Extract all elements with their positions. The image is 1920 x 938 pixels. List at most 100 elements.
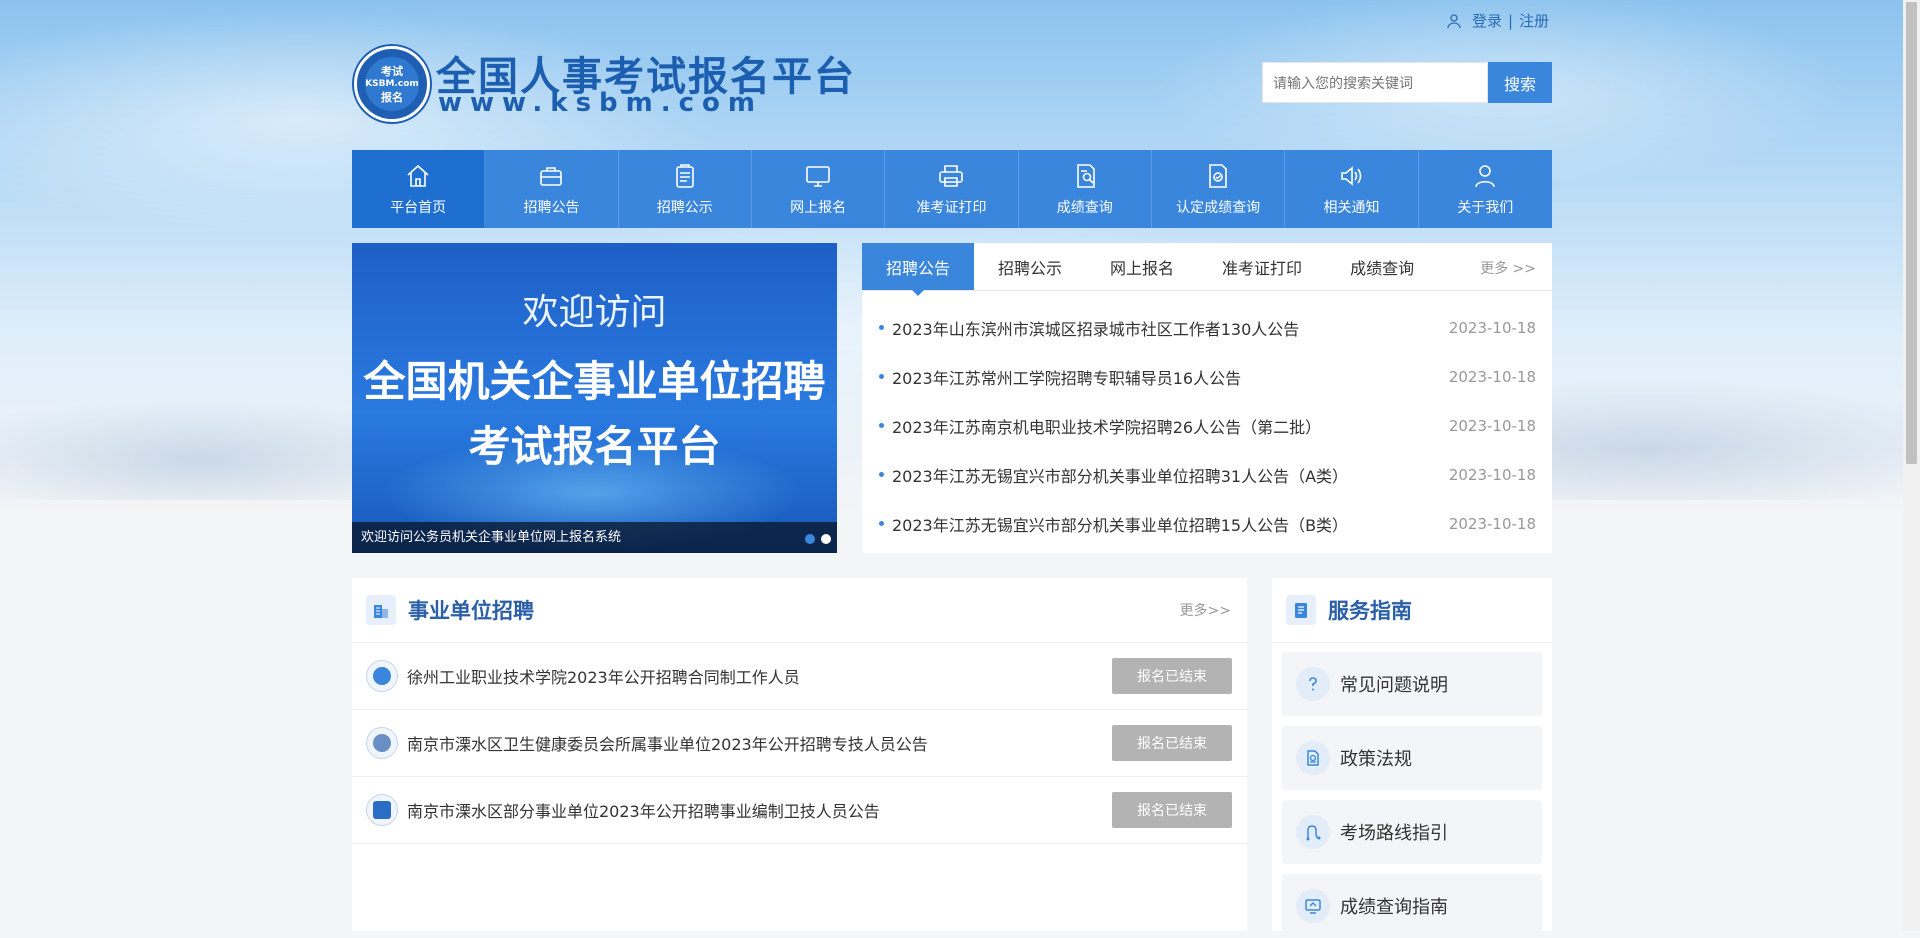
tab-publicity[interactable]: 招聘公示 (974, 243, 1086, 290)
table-row[interactable]: 南京市溧水区部分事业单位2023年公开招聘事业编制卫技人员公告 报名已结束 (352, 777, 1247, 844)
news-date: 2023-10-18 (1448, 367, 1536, 386)
table-row[interactable]: 徐州工业职业技术学院2023年公开招聘合同制工作人员 报名已结束 (352, 643, 1247, 710)
building-icon (366, 595, 396, 625)
nav-label: 准考证打印 (916, 200, 987, 216)
user-icon (1475, 165, 1496, 188)
status-badge: 报名已结束 (1112, 725, 1232, 761)
news-tabs: 招聘公告 招聘公示 网上报名 准考证打印 成绩查询 更多 >> (862, 243, 1552, 296)
page-scrollbar[interactable] (1903, 0, 1920, 931)
briefcase-icon (540, 167, 563, 186)
search-document-icon (1076, 164, 1095, 188)
guide-book-icon (1286, 595, 1316, 625)
login-link[interactable]: 登录 (1472, 10, 1502, 31)
auth-separator: | (1508, 11, 1514, 30)
service-guide-panel: 服务指南 常见问题说明 政策法规 考场路线指引 成绩查询指南 (1272, 578, 1552, 938)
news-title[interactable]: 2023年江苏无锡宜兴市部分机关事业单位招聘15人公告（B类） (879, 512, 1348, 536)
tab-admission-ticket[interactable]: 准考证打印 (1198, 243, 1326, 290)
nav-label: 相关通知 (1323, 200, 1380, 216)
org-logo (366, 727, 398, 759)
news-title[interactable]: 2023年江苏南京机电职业技术学院招聘26人公告（第二批） (879, 414, 1321, 438)
nav-label: 认定成绩查询 (1176, 200, 1261, 216)
nav-item-online-registration[interactable]: 网上报名 (752, 150, 886, 228)
tab-online-registration[interactable]: 网上报名 (1086, 243, 1198, 290)
nav-item-certified-score[interactable]: 认定成绩查询 (1152, 150, 1286, 228)
news-title[interactable]: 2023年江苏无锡宜兴市部分机关事业单位招聘31人公告（A类） (879, 463, 1348, 487)
monitor-icon (806, 166, 830, 187)
nav-item-publicity[interactable]: 招聘公示 (619, 150, 752, 228)
policy-document-icon (1296, 741, 1330, 775)
nav-label: 招聘公告 (523, 200, 580, 216)
nav-item-admission-ticket[interactable]: 准考证打印 (885, 150, 1019, 228)
banner-headline-2: 考试报名平台 (468, 422, 721, 471)
tab-announcements[interactable]: 招聘公告 (862, 243, 975, 296)
route-icon (1296, 815, 1330, 849)
carousel-dots (805, 534, 831, 544)
news-panel: 招聘公告 招聘公示 网上报名 准考证打印 成绩查询 更多 >> 2023年山东滨… (862, 243, 1552, 553)
hero-banner[interactable]: 欢迎访问 全国机关企事业单位招聘 考试报名平台 欢迎访问公务员机关企事业单位网上… (352, 243, 837, 553)
scrollbar-thumb[interactable] (1906, 2, 1917, 464)
recruitment-name[interactable]: 南京市溧水区部分事业单位2023年公开招聘事业编制卫技人员公告 (407, 798, 880, 822)
guide-label: 常见问题说明 (1340, 675, 1448, 696)
recruitment-title: 事业单位招聘 (408, 599, 534, 623)
guide-item-score-guide[interactable]: 成绩查询指南 (1282, 874, 1542, 938)
banner-welcome: 欢迎访问 (522, 292, 667, 333)
news-list: 2023年山东滨州市滨城区招录城市社区工作者130人公告 2023-10-18 2… (862, 291, 1552, 548)
list-item[interactable]: 2023年江苏无锡宜兴市部分机关事业单位招聘15人公告（B类） 2023-10-1… (862, 499, 1552, 548)
tab-score-query[interactable]: 成绩查询 (1326, 243, 1438, 290)
banner-headline-1: 全国机关企事业单位招聘 (363, 357, 826, 406)
logo-url: www.ksbm.com (438, 88, 763, 118)
nav-item-score-query[interactable]: 成绩查询 (1019, 150, 1152, 228)
logo-seal-top: 考试 (381, 64, 403, 78)
auth-links: 登录 | 注册 (1446, 10, 1549, 31)
logo-seal: 考试 KSBM.com 报名 (354, 46, 430, 122)
home-icon (407, 164, 429, 187)
search-button[interactable]: 搜索 (1488, 62, 1552, 103)
news-date: 2023-10-18 (1448, 318, 1536, 337)
site-logo[interactable]: 考试 KSBM.com 报名 全国人事考试报名平台 www.ksbm.com (354, 44, 854, 124)
certified-document-icon (1209, 164, 1227, 188)
list-item[interactable]: 2023年山东滨州市滨城区招录城市社区工作者130人公告 2023-10-18 (862, 303, 1552, 352)
nav-item-announcements[interactable]: 招聘公告 (485, 150, 619, 228)
status-badge: 报名已结束 (1112, 792, 1232, 828)
nav-label: 招聘公示 (656, 200, 713, 216)
recruitment-name[interactable]: 南京市溧水区卫生健康委员会所属事业单位2023年公开招聘专技人员公告 (407, 731, 928, 755)
recruitment-name[interactable]: 徐州工业职业技术学院2023年公开招聘合同制工作人员 (407, 664, 800, 688)
list-item[interactable]: 2023年江苏南京机电职业技术学院招聘26人公告（第二批） 2023-10-18 (862, 401, 1552, 450)
clipboard-icon (676, 164, 694, 188)
carousel-dot[interactable] (805, 534, 815, 544)
guide-item-faq[interactable]: 常见问题说明 (1282, 652, 1542, 716)
guide-label: 成绩查询指南 (1340, 897, 1448, 918)
service-guide-header: 服务指南 (1272, 578, 1552, 643)
recruitment-more-link[interactable]: 更多>> (1180, 600, 1231, 620)
news-title[interactable]: 2023年江苏常州工学院招聘专职辅导员16人公告 (879, 365, 1241, 389)
nav-label: 成绩查询 (1056, 200, 1113, 216)
org-logo (366, 660, 398, 692)
nav-label: 网上报名 (790, 200, 847, 216)
nav-item-notices[interactable]: 相关通知 (1285, 150, 1419, 228)
news-date: 2023-10-18 (1448, 465, 1536, 484)
guide-item-policy[interactable]: 政策法规 (1282, 726, 1542, 790)
list-item[interactable]: 2023年江苏常州工学院招聘专职辅导员16人公告 2023-10-18 (862, 352, 1552, 401)
guide-label: 政策法规 (1340, 749, 1412, 770)
nav-item-home[interactable]: 平台首页 (352, 150, 486, 228)
news-more-link[interactable]: 更多 >> (1480, 258, 1536, 278)
status-badge: 报名已结束 (1112, 658, 1232, 694)
nav-label: 平台首页 (390, 200, 447, 216)
printer-icon (939, 165, 964, 187)
logo-seal-mid: KSBM.com (365, 78, 419, 89)
search-bar: 搜索 (1262, 62, 1552, 103)
guide-item-route[interactable]: 考场路线指引 (1282, 800, 1542, 864)
table-row[interactable]: 南京市溧水区卫生健康委员会所属事业单位2023年公开招聘专技人员公告 报名已结束 (352, 710, 1247, 777)
logo-seal-bottom: 报名 (381, 90, 403, 104)
guide-label: 考场路线指引 (1340, 823, 1448, 844)
search-input[interactable] (1262, 62, 1488, 103)
nav-label: 关于我们 (1457, 200, 1514, 216)
recruitment-panel: 事业单位招聘 更多>> 徐州工业职业技术学院2023年公开招聘合同制工作人员 报… (352, 578, 1247, 931)
news-date: 2023-10-18 (1448, 514, 1536, 533)
list-item[interactable]: 2023年江苏无锡宜兴市部分机关事业单位招聘31人公告（A类） 2023-10-1… (862, 450, 1552, 499)
nav-item-about-us[interactable]: 关于我们 (1419, 150, 1552, 228)
register-link[interactable]: 注册 (1519, 10, 1549, 31)
news-title[interactable]: 2023年山东滨州市滨城区招录城市社区工作者130人公告 (879, 316, 1299, 340)
news-date: 2023-10-18 (1448, 416, 1536, 435)
carousel-dot-active[interactable] (821, 534, 831, 544)
